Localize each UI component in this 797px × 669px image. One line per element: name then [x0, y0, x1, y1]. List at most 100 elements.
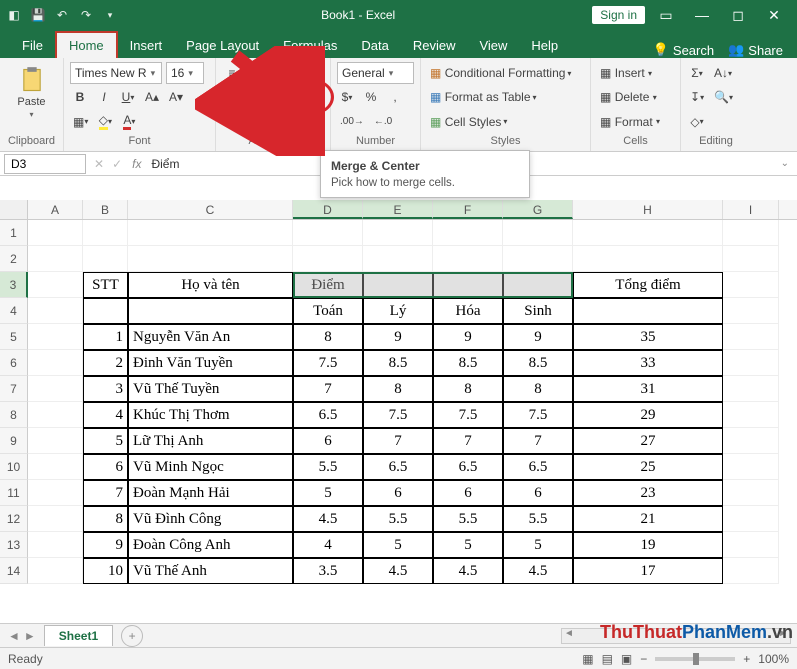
cell[interactable]: 6.5 [293, 402, 363, 428]
cell[interactable]: 5 [293, 480, 363, 506]
cell[interactable]: 5 [363, 532, 433, 558]
col-header[interactable]: G [503, 200, 573, 219]
fill-button[interactable]: ↧▾ [687, 86, 707, 108]
cell[interactable]: 5 [433, 532, 503, 558]
ribbon-display-icon[interactable]: ▭ [651, 7, 681, 24]
align-bottom-button[interactable]: ≡ [270, 62, 290, 84]
cell[interactable] [83, 220, 128, 246]
cell[interactable]: Vũ Minh Ngọc [128, 454, 293, 480]
cell[interactable] [723, 350, 779, 376]
cell[interactable]: 21 [573, 506, 723, 532]
row-header[interactable]: 6 [0, 350, 28, 376]
cell[interactable] [28, 220, 83, 246]
decrease-decimal-button[interactable]: ←.0 [371, 111, 395, 133]
tab-insert[interactable]: Insert [118, 33, 175, 58]
fx-icon[interactable]: fx [126, 157, 147, 171]
number-format-combo[interactable]: General▾ [337, 62, 414, 84]
cell[interactable]: 5.5 [433, 506, 503, 532]
merge-center-button[interactable]: ▾ [294, 86, 324, 108]
cell[interactable]: 8.5 [433, 350, 503, 376]
cell[interactable] [363, 272, 433, 298]
tab-data[interactable]: Data [349, 33, 400, 58]
col-header[interactable]: B [83, 200, 128, 219]
cell[interactable] [28, 558, 83, 584]
cell[interactable]: STT [83, 272, 128, 298]
close-button[interactable]: ✕ [759, 7, 789, 24]
tab-help[interactable]: Help [519, 33, 570, 58]
fill-color-button[interactable]: ◇▾ [95, 111, 115, 133]
cell[interactable]: 4 [83, 402, 128, 428]
cell[interactable]: 6 [363, 480, 433, 506]
cell[interactable]: 5 [503, 532, 573, 558]
cell[interactable]: 7.5 [293, 350, 363, 376]
cell[interactable]: 7.5 [503, 402, 573, 428]
col-header[interactable]: D [293, 200, 363, 219]
zoom-in-button[interactable]: + [743, 652, 750, 666]
cell[interactable] [28, 376, 83, 402]
italic-button[interactable]: I [94, 86, 114, 108]
font-size-combo[interactable]: 16▾ [166, 62, 204, 84]
worksheet[interactable]: A B C D E F G H I 123STTHọ và tênĐiểmTổn… [0, 200, 797, 623]
tab-home[interactable]: Home [55, 31, 118, 58]
cell[interactable]: 4.5 [363, 558, 433, 584]
cell[interactable]: Điểm [293, 272, 363, 298]
cell[interactable] [128, 246, 293, 272]
cell[interactable] [723, 220, 779, 246]
redo-icon[interactable]: ↷ [78, 7, 94, 23]
cell[interactable] [83, 246, 128, 272]
row-header[interactable]: 7 [0, 376, 28, 402]
cell[interactable]: Đoàn Mạnh Hải [128, 480, 293, 506]
cell[interactable]: 6 [503, 480, 573, 506]
maximize-button[interactable]: ◻ [723, 7, 753, 24]
view-page-icon[interactable]: ▤ [602, 652, 613, 666]
cell[interactable] [128, 298, 293, 324]
col-header[interactable]: I [723, 200, 779, 219]
cell[interactable]: 19 [573, 532, 723, 558]
cell[interactable]: Vũ Đình Công [128, 506, 293, 532]
cell[interactable]: 5.5 [363, 506, 433, 532]
cell[interactable] [723, 480, 779, 506]
row-header[interactable]: 2 [0, 246, 28, 272]
cell[interactable] [723, 376, 779, 402]
row-header[interactable]: 14 [0, 558, 28, 584]
align-center-button[interactable]: ≡ [246, 86, 266, 108]
tab-view[interactable]: View [467, 33, 519, 58]
sheet-prev-icon[interactable]: ◄ [8, 629, 20, 643]
view-break-icon[interactable]: ▣ [621, 652, 632, 666]
cell[interactable] [293, 220, 363, 246]
cell[interactable] [83, 298, 128, 324]
cancel-icon[interactable]: ✕ [90, 157, 108, 171]
comma-button[interactable]: , [385, 86, 405, 108]
cell[interactable]: 6.5 [503, 454, 573, 480]
cell[interactable]: 17 [573, 558, 723, 584]
cell[interactable] [723, 402, 779, 428]
cell[interactable] [28, 350, 83, 376]
cell[interactable]: 8 [83, 506, 128, 532]
cell[interactable]: 4.5 [433, 558, 503, 584]
row-header[interactable]: 11 [0, 480, 28, 506]
col-header[interactable]: C [128, 200, 293, 219]
align-left-button[interactable]: ≡ [222, 86, 242, 108]
qat-customize-icon[interactable]: ▾ [102, 7, 118, 23]
cell[interactable]: 10 [83, 558, 128, 584]
cell[interactable]: Hóa [433, 298, 503, 324]
col-header[interactable]: F [433, 200, 503, 219]
cell[interactable] [28, 506, 83, 532]
formula-input[interactable]: Điểm [147, 157, 179, 171]
align-middle-button[interactable]: ≡ [246, 62, 266, 84]
cell[interactable] [723, 506, 779, 532]
format-as-table-button[interactable]: ▦ Format as Table▾ [427, 86, 584, 108]
row-header[interactable]: 13 [0, 532, 28, 558]
cell[interactable]: 7 [293, 376, 363, 402]
percent-button[interactable]: % [361, 86, 381, 108]
cell[interactable]: Vũ Thế Tuyền [128, 376, 293, 402]
cell[interactable]: 8.5 [503, 350, 573, 376]
orientation-button[interactable]: ⟲▾ [270, 111, 290, 133]
cell[interactable]: 6 [293, 428, 363, 454]
cell[interactable]: 7 [433, 428, 503, 454]
paste-button[interactable]: Paste ▾ [6, 62, 57, 123]
cell[interactable]: 9 [363, 324, 433, 350]
row-header[interactable]: 9 [0, 428, 28, 454]
cell[interactable]: 7.5 [363, 402, 433, 428]
decrease-indent-button[interactable]: ⇤ [222, 111, 242, 133]
